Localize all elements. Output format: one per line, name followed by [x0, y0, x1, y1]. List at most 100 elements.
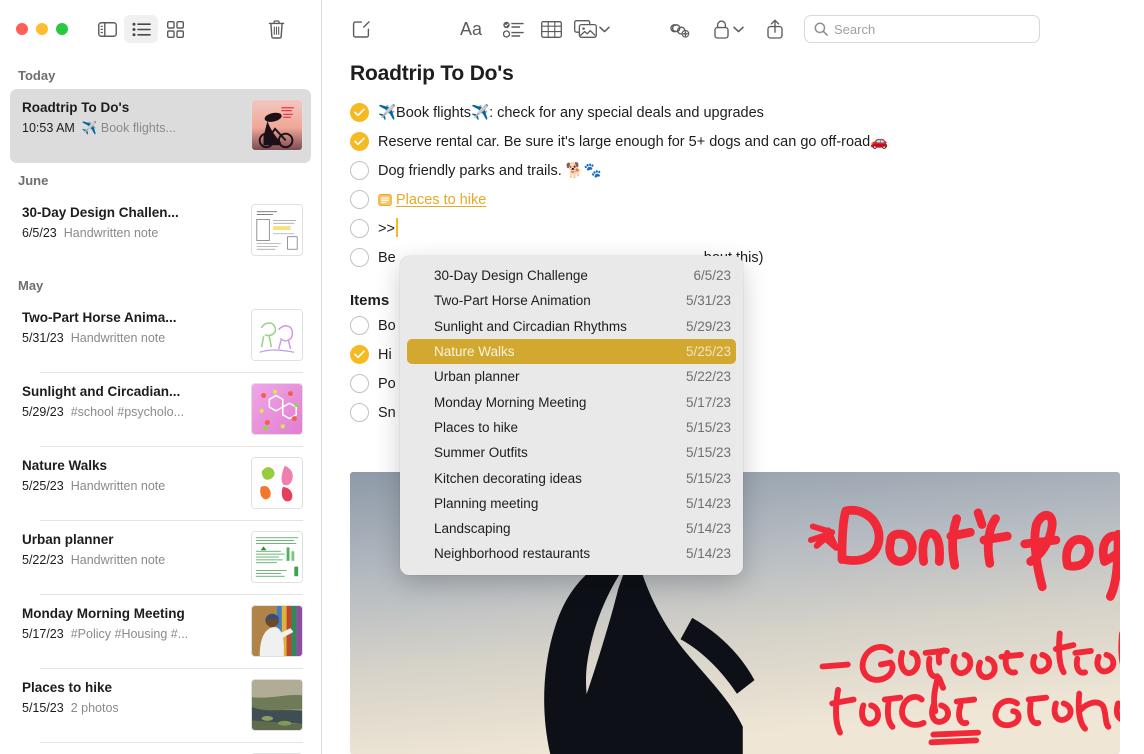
minimize-window-button[interactable] — [36, 23, 48, 35]
note-suggestion-row[interactable]: Monday Morning Meeting5/17/23 — [400, 389, 743, 414]
todo-row[interactable]: ✈️Book flights✈️: check for any special … — [350, 102, 1120, 131]
note-list-item[interactable]: Nature Walks5/25/23Handwritten note — [10, 447, 311, 521]
note-list-item[interactable]: Sunlight and Circadian...5/29/23#school … — [10, 373, 311, 447]
suggestion-date: 5/14/23 — [686, 496, 731, 511]
checklist-icon[interactable] — [494, 14, 532, 44]
checkbox-unchecked[interactable] — [350, 190, 369, 209]
table-icon[interactable] — [532, 14, 570, 44]
note-item-snippet: #Policy #Housing #... — [71, 625, 188, 643]
share-icon[interactable] — [756, 14, 794, 44]
sidebar-toggle-icon[interactable] — [90, 15, 124, 43]
note-item-meta: 10:53 AM✈️ Book flights... — [22, 119, 243, 137]
note-item-date: 6/5/23 — [22, 224, 57, 242]
note-list-item[interactable]: Urban planner5/22/23Handwritten note — [10, 521, 311, 595]
note-suggestion-row[interactable]: 30-Day Design Challenge6/5/23 — [400, 263, 743, 288]
note-item-thumbnail — [251, 531, 303, 583]
todo-row[interactable]: Dog friendly parks and trails. 🐕🐾 — [350, 160, 1120, 189]
checkbox-checked[interactable] — [350, 132, 369, 151]
todo-text: Places to hike — [378, 189, 1120, 214]
close-window-button[interactable] — [16, 23, 28, 35]
checkbox-unchecked[interactable] — [350, 316, 369, 335]
text-cursor — [396, 218, 398, 237]
note-item-title: Two-Part Horse Anima... — [22, 309, 243, 327]
note-item-thumbnail — [251, 383, 303, 435]
suggestion-date: 5/22/23 — [686, 369, 731, 384]
note-item-snippet: Handwritten note — [71, 477, 166, 495]
todo-row[interactable]: Places to hike — [350, 189, 1120, 218]
note-link-suggestions-popup[interactable]: 30-Day Design Challenge6/5/23Two-Part Ho… — [400, 256, 743, 575]
note-suggestion-row[interactable]: Places to hike 5/15/23 — [400, 415, 743, 440]
typed-text: >> — [378, 221, 395, 237]
note-list-item[interactable]: Roadtrip To Do's10:53 AM✈️ Book flights.… — [10, 89, 311, 163]
note-link-icon — [378, 192, 392, 214]
note-item-meta: 6/5/23Handwritten note — [22, 224, 243, 242]
note-suggestion-row[interactable]: Planning meeting 5/14/23 — [400, 491, 743, 516]
checkbox-checked[interactable] — [350, 345, 369, 364]
todo-text: ✈️Book flights✈️: check for any special … — [378, 102, 1120, 124]
note-suggestion-row[interactable]: Sunlight and Circadian Rhythms5/29/23 — [400, 314, 743, 339]
suggestion-date: 5/15/23 — [686, 420, 731, 435]
suggestion-title: Sunlight and Circadian Rhythms — [434, 319, 627, 334]
todo-text-left: Be — [378, 250, 396, 266]
format-aa-button[interactable]: Aa — [448, 14, 494, 44]
checkbox-unchecked[interactable] — [350, 403, 369, 422]
suggestion-date: 5/15/23 — [686, 445, 731, 460]
media-chevron-down-icon[interactable] — [596, 14, 612, 44]
suggestion-date: 5/14/23 — [686, 546, 731, 561]
collaborate-icon[interactable] — [660, 14, 698, 44]
todo-row[interactable]: Reserve rental car. Be sure it's large e… — [350, 131, 1120, 160]
checkbox-unchecked[interactable] — [350, 248, 369, 267]
note-item-thumbnail — [251, 605, 303, 657]
todo-row[interactable]: >> — [350, 218, 1120, 247]
lock-chevron-down-icon[interactable] — [730, 14, 746, 44]
note-suggestion-row[interactable]: Nature Walks5/25/23 — [407, 339, 736, 364]
note-list-item[interactable]: 30-Day Design Challen...6/5/23Handwritte… — [10, 194, 311, 268]
note-item-title: Nature Walks — [22, 457, 243, 475]
suggestion-date: 5/14/23 — [686, 521, 731, 536]
note-suggestion-row[interactable]: Landscaping5/14/23 — [400, 516, 743, 541]
checkbox-checked[interactable] — [350, 103, 369, 122]
note-item-snippet: Handwritten note — [71, 329, 166, 347]
sidebar-toolbar — [0, 0, 321, 58]
note-item-text: Roadtrip To Do's10:53 AM✈️ Book flights.… — [22, 99, 251, 137]
note-title: Roadtrip To Do's — [350, 62, 1120, 86]
note-suggestion-row[interactable]: Kitchen decorating ideas5/15/23 — [400, 465, 743, 490]
suggestion-title: Places to hike — [434, 420, 518, 435]
note-item-title: Urban planner — [22, 531, 243, 549]
note-item-date: 5/17/23 — [22, 625, 64, 643]
note-list-item[interactable]: Monday Morning Meeting5/17/23#Policy #Ho… — [10, 595, 311, 669]
note-item-title: Sunlight and Circadian... — [22, 383, 243, 401]
window-traffic-lights — [16, 23, 68, 35]
note-suggestion-row[interactable]: Urban planner5/22/23 — [400, 364, 743, 389]
note-item-snippet: ✈️ Book flights... — [82, 119, 176, 137]
suggestion-date: 6/5/23 — [693, 268, 731, 283]
trash-icon[interactable] — [259, 15, 293, 43]
suggestion-date: 5/31/23 — [686, 293, 731, 308]
note-suggestion-row[interactable]: Summer Outfits5/15/23 — [400, 440, 743, 465]
note-list-item[interactable]: Places to hike5/15/232 photos — [10, 669, 311, 743]
checkbox-unchecked[interactable] — [350, 161, 369, 180]
note-list-item[interactable]: Summer Outfits — [10, 743, 311, 754]
note-item-text: 30-Day Design Challen...6/5/23Handwritte… — [22, 204, 251, 242]
zoom-window-button[interactable] — [56, 23, 68, 35]
note-item-thumbnail — [251, 457, 303, 509]
note-item-title: Places to hike — [22, 679, 243, 697]
note-list-item[interactable]: Two-Part Horse Anima...5/31/23Handwritte… — [10, 299, 311, 373]
compose-note-icon[interactable] — [342, 14, 380, 44]
note-todo-list[interactable]: ✈️Book flights✈️: check for any special … — [350, 102, 1120, 276]
gallery-view-icon[interactable] — [158, 15, 192, 43]
note-list[interactable]: TodayRoadtrip To Do's10:53 AM✈️ Book fli… — [0, 58, 321, 754]
note-item-thumbnail — [251, 204, 303, 256]
checkbox-unchecked[interactable] — [350, 374, 369, 393]
note-group-header: May — [0, 268, 321, 299]
note-suggestion-row[interactable]: Two-Part Horse Animation5/31/23 — [400, 288, 743, 313]
note-item-snippet: 2 photos — [71, 699, 119, 717]
checkbox-unchecked[interactable] — [350, 219, 369, 238]
note-item-thumbnail — [251, 309, 303, 361]
search-input[interactable]: Search — [804, 15, 1040, 43]
list-view-icon[interactable] — [124, 15, 158, 43]
note-suggestion-row[interactable]: Neighborhood restaurants5/14/23 — [400, 541, 743, 566]
note-inline-link[interactable]: Places to hike — [396, 192, 486, 208]
todo-text: >> — [378, 218, 1120, 240]
suggestion-title: Planning meeting — [434, 496, 538, 511]
